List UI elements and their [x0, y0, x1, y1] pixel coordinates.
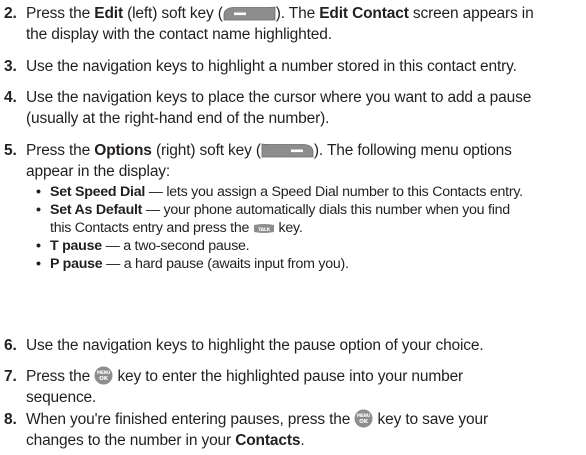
step-text: Press the Options (right) soft key ( ). …	[26, 142, 512, 180]
step-number: 6.	[4, 337, 17, 354]
svg-text:TALK: TALK	[258, 227, 271, 233]
step-text: Use the navigation keys to highlight a n…	[26, 58, 517, 75]
svg-text:MENU: MENU	[357, 413, 371, 418]
edit-contact-label: Edit Contact	[319, 5, 409, 22]
step-number: 2.	[4, 5, 17, 22]
list-item: T pause — a two-second pause.	[36, 237, 584, 255]
svg-text:OK: OK	[359, 419, 369, 425]
svg-text:MENU: MENU	[97, 370, 111, 375]
svg-text:OK: OK	[99, 376, 109, 382]
instruction-page: 2. Press the Edit (left) soft key ( ). T…	[0, 0, 586, 455]
step-number: 5.	[4, 142, 17, 159]
step-text: Use the navigation keys to place the cur…	[26, 89, 532, 127]
talk-key-icon: TALK	[253, 223, 275, 234]
right-soft-key-icon	[261, 143, 314, 158]
list-item: P pause — a hard pause (awaits input fro…	[36, 255, 584, 273]
step-number: 3.	[4, 58, 17, 75]
left-soft-key-icon	[223, 6, 276, 21]
menu-ok-key-icon: MENU OK	[94, 366, 113, 385]
options-label: Options	[94, 142, 152, 159]
step-number: 7.	[4, 368, 17, 385]
menu-ok-key-icon: MENU OK	[354, 409, 373, 428]
step-text: Use the navigation keys to highlight the…	[26, 337, 484, 354]
step-text: Press the Edit (left) soft key ( ). The …	[26, 5, 534, 43]
step-text: Press the MENU OK key to enter the highl…	[26, 366, 464, 406]
step-text: When you're finished entering pauses, pr…	[26, 409, 488, 449]
step-number: 4.	[4, 89, 17, 106]
list-item: Set Speed Dial — lets you assign a Speed…	[36, 183, 584, 201]
edit-label: Edit	[94, 5, 123, 22]
list-item: Set As Default — your phone automaticall…	[36, 201, 584, 237]
menu-options-list: Set Speed Dial — lets you assign a Speed…	[36, 183, 584, 273]
contacts-label: Contacts	[235, 432, 301, 449]
step-number: 8.	[4, 411, 17, 428]
